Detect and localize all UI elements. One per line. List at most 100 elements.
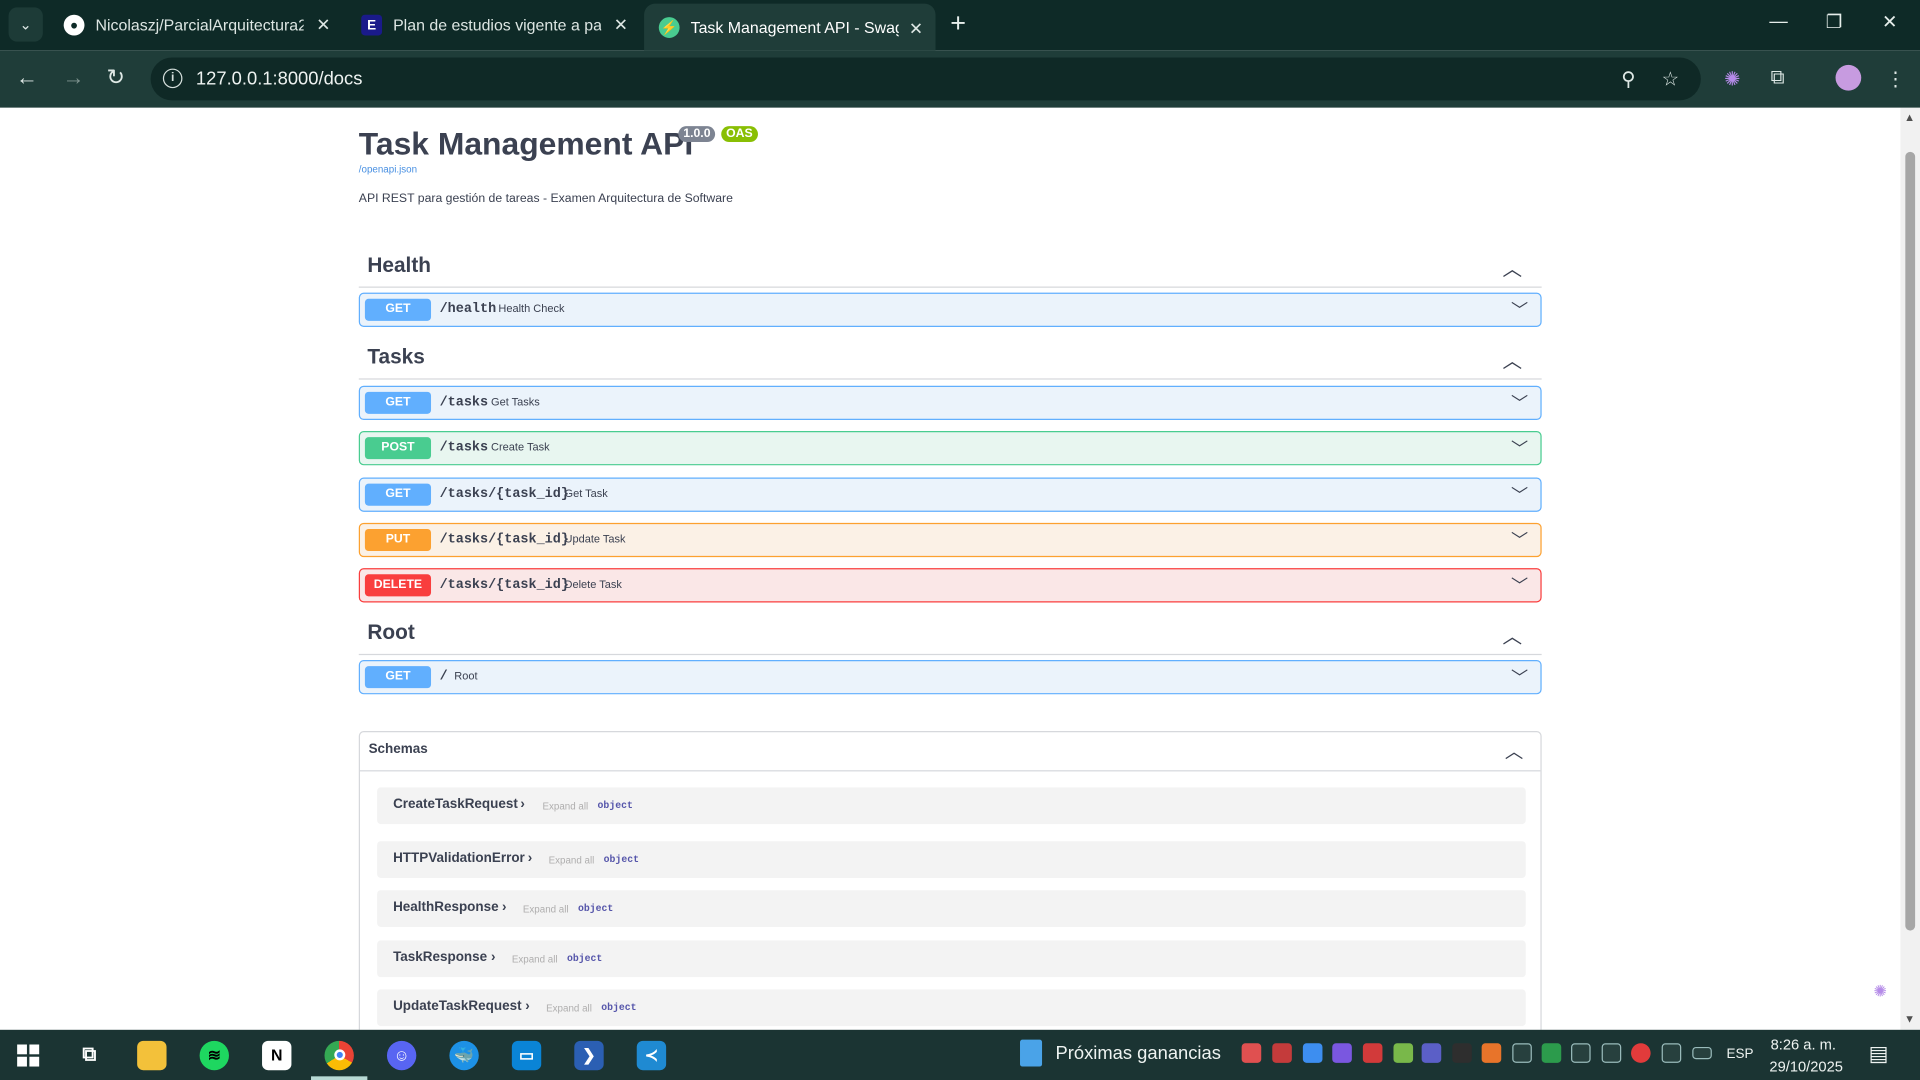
extension-brain-icon[interactable]: ✺ (1724, 67, 1740, 91)
chevron-down-icon[interactable]: ﹀ (1511, 436, 1528, 460)
zoom-icon[interactable]: ⚲ (1621, 67, 1635, 91)
operation-post-tasks[interactable]: POST /tasks Create Task ﹀ (358, 431, 1542, 466)
copilot-icon[interactable] (1332, 1043, 1352, 1063)
tab-search-button[interactable]: ⌄ (8, 7, 43, 42)
volume-muted-icon[interactable] (1661, 1043, 1682, 1063)
back-icon[interactable]: ← (16, 65, 38, 91)
taskbar-file-explorer[interactable] (124, 1030, 180, 1080)
forward-icon[interactable]: → (62, 65, 84, 91)
taskbar-powershell[interactable]: ❯ (561, 1030, 617, 1080)
page-scrollbar[interactable]: ▲ ▼ (1900, 107, 1920, 1030)
schema-name[interactable]: UpdateTaskRequest (393, 999, 521, 1014)
tab-plan-estudios[interactable]: E Plan de estudios vigente a partir ✕ (347, 0, 641, 50)
tag-root[interactable]: Root ︿ (358, 613, 1542, 656)
operation-get-task[interactable]: GET /tasks/{task_id} Get Task ﹀ (358, 477, 1542, 512)
tag-health[interactable]: Health ︿ (358, 246, 1542, 288)
schemas-header[interactable]: Schemas ︿ (360, 732, 1541, 772)
method-badge: DELETE (364, 574, 432, 597)
scroll-up-icon[interactable]: ▲ (1904, 111, 1915, 123)
clock-time[interactable]: 8:26 a. m. (1771, 1036, 1836, 1053)
taskbar-remote-desktop[interactable]: ▭ (498, 1030, 554, 1080)
chevron-down-icon[interactable]: ﹀ (1511, 573, 1528, 597)
taskbar-vscode[interactable]: ≺ (623, 1030, 679, 1080)
tray-app-icon[interactable] (1631, 1043, 1651, 1063)
close-tab-icon[interactable]: ✕ (909, 18, 923, 39)
task-view-button[interactable]: ⧉ (61, 1030, 117, 1080)
openapi-json-link[interactable]: /openapi.json (359, 164, 417, 175)
tray-app-icon[interactable] (1452, 1043, 1472, 1063)
tag-tasks[interactable]: Tasks ︿ (358, 338, 1542, 380)
expand-all-link[interactable]: Expand all (542, 801, 588, 812)
close-window-icon[interactable]: ✕ (1882, 11, 1897, 33)
schema-item[interactable]: HealthResponse › Expand all object (377, 890, 1526, 927)
taskbar-notion[interactable]: N (249, 1030, 305, 1080)
defender-icon[interactable] (1541, 1043, 1562, 1063)
url-text[interactable]: 127.0.0.1:8000/docs (196, 69, 362, 90)
tab-swagger[interactable]: ⚡ Task Management API - Swagger ✕ (644, 3, 936, 51)
close-tab-icon[interactable]: ✕ (614, 15, 628, 36)
chevron-down-icon[interactable]: ﹀ (1511, 391, 1528, 415)
wifi-icon[interactable] (1512, 1043, 1532, 1063)
schema-item[interactable]: HTTPValidationError › Expand all object (377, 841, 1526, 878)
schema-name[interactable]: HealthResponse (393, 900, 499, 915)
chevron-up-icon[interactable]: ︿ (1502, 252, 1522, 281)
new-tab-icon[interactable]: + (950, 9, 966, 37)
operation-get-tasks[interactable]: GET /tasks Get Tasks ﹀ (358, 385, 1542, 421)
bookmark-star-icon[interactable]: ☆ (1662, 67, 1680, 91)
language-indicator[interactable]: ESP (1727, 1047, 1754, 1062)
reload-icon[interactable]: ↻ (107, 65, 125, 91)
expand-all-link[interactable]: Expand all (512, 954, 558, 965)
schema-item[interactable]: CreateTaskRequest › Expand all object (377, 787, 1526, 825)
schema-name[interactable]: HTTPValidationError (393, 851, 525, 866)
operation-delete-task[interactable]: DELETE /tasks/{task_id} Delete Task ﹀ (358, 568, 1542, 603)
schema-item[interactable]: TaskResponse › Expand all object (377, 940, 1526, 978)
extensions-puzzle-icon[interactable]: ⧉ (1771, 67, 1785, 89)
tray-app-icon[interactable] (1272, 1043, 1292, 1063)
chevron-down-icon[interactable]: ﹀ (1511, 665, 1528, 689)
chevron-up-icon[interactable]: ︿ (1505, 738, 1523, 764)
start-button[interactable] (0, 1030, 56, 1080)
taskbar-chrome[interactable] (311, 1030, 368, 1080)
taskbar-docker[interactable]: 🐳 (436, 1030, 492, 1080)
tab-github[interactable]: ● Nicolaszj/ParcialArquitectura2 ✕ (49, 0, 343, 50)
taskbar-spotify[interactable]: ≋ (186, 1030, 242, 1080)
schema-name[interactable]: CreateTaskRequest (393, 797, 518, 812)
clock-date[interactable]: 29/10/2025 (1769, 1058, 1843, 1075)
operation-get-health[interactable]: GET /health Health Check ﹀ (358, 292, 1542, 327)
restore-icon[interactable]: ❐ (1826, 11, 1842, 33)
minimize-icon[interactable]: — (1769, 11, 1787, 32)
menu-dots-icon[interactable]: ⋮ (1886, 67, 1906, 91)
scroll-thumb[interactable] (1905, 151, 1916, 931)
operation-summary: Root (454, 669, 478, 683)
floating-extension-icon[interactable]: ✺ (1873, 982, 1886, 1002)
site-info-icon[interactable]: i (162, 68, 183, 89)
chevron-up-icon[interactable]: ︿ (1502, 344, 1522, 373)
teams-icon[interactable] (1421, 1043, 1442, 1063)
onedrive-icon[interactable] (1302, 1043, 1323, 1063)
tray-app-icon[interactable] (1601, 1043, 1622, 1063)
expand-all-link[interactable]: Expand all (549, 855, 595, 866)
tray-app-icon[interactable] (1362, 1043, 1383, 1063)
schema-item[interactable]: UpdateTaskRequest › Expand all object (377, 989, 1526, 1027)
chevron-down-icon[interactable]: ﹀ (1511, 482, 1528, 506)
chevron-up-icon[interactable]: ︿ (1502, 620, 1522, 649)
scroll-down-icon[interactable]: ▼ (1904, 1013, 1915, 1025)
battery-icon[interactable] (1692, 1046, 1712, 1060)
profile-avatar[interactable] (1835, 64, 1862, 91)
taskbar-discord[interactable]: ☺ (373, 1030, 429, 1080)
news-widget[interactable]: Próximas ganancias (1020, 1039, 1221, 1067)
operation-put-task[interactable]: PUT /tasks/{task_id} Update Task ﹀ (358, 522, 1542, 558)
tray-app-icon[interactable] (1571, 1043, 1591, 1063)
chevron-down-icon[interactable]: ﹀ (1511, 298, 1528, 322)
chevron-down-icon[interactable]: ﹀ (1511, 528, 1528, 552)
address-bar[interactable]: i 127.0.0.1:8000/docs ⚲ ☆ (150, 57, 1701, 101)
tray-app-icon[interactable] (1481, 1043, 1502, 1063)
expand-all-link[interactable]: Expand all (523, 904, 569, 915)
schema-name[interactable]: TaskResponse (393, 950, 487, 965)
tray-app-icon[interactable] (1241, 1043, 1262, 1063)
close-tab-icon[interactable]: ✕ (316, 15, 330, 36)
expand-all-link[interactable]: Expand all (546, 1003, 592, 1014)
operation-get-root[interactable]: GET / Root ﹀ (358, 660, 1542, 695)
notifications-icon[interactable]: ▤ (1869, 1042, 1889, 1066)
nvidia-icon[interactable] (1393, 1043, 1414, 1063)
